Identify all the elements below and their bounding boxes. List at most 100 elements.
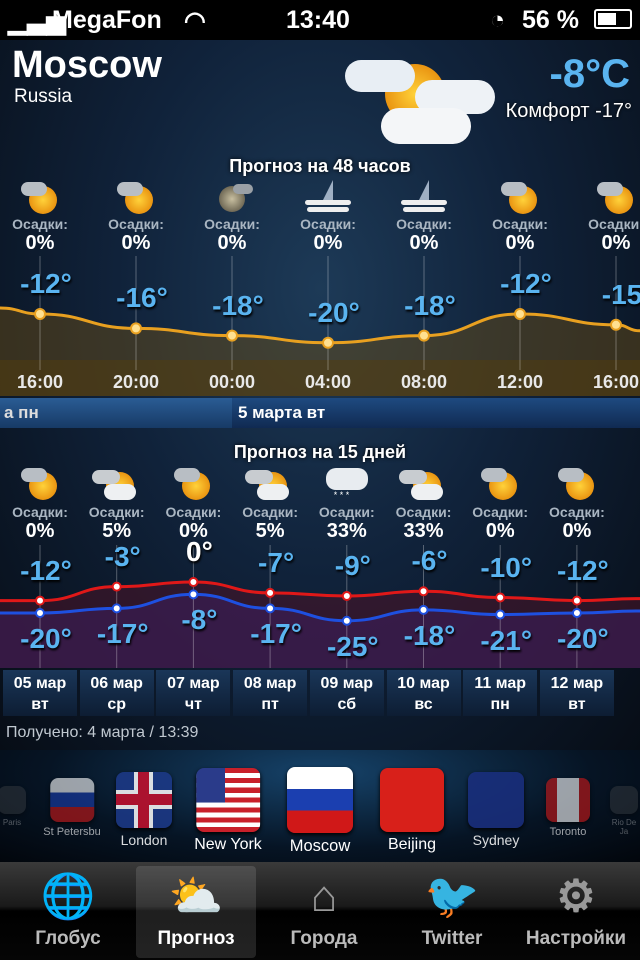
tab-forecast[interactable]: ⛅ Прогноз xyxy=(136,866,256,958)
daily-precip: Осадки: 0% xyxy=(537,504,617,543)
daily-high-temp: -6° xyxy=(411,545,448,577)
city-item[interactable]: New York xyxy=(194,768,262,854)
flag-icon xyxy=(0,786,26,814)
daily-low-temp: -20° xyxy=(557,623,609,654)
tab-label: Города xyxy=(290,928,358,949)
precip-value: 33% xyxy=(403,520,444,542)
daily-high-temp: -3° xyxy=(104,540,141,572)
flag-icon xyxy=(196,768,260,832)
precip-label: Осадки: xyxy=(88,504,145,520)
gears-icon: ⚙ xyxy=(556,872,596,921)
tab-twitter[interactable]: 🐦 Twitter xyxy=(392,866,512,958)
daily-low-point xyxy=(341,615,352,626)
precip-value: 0% xyxy=(25,520,55,542)
city-label: Beijing xyxy=(387,836,437,853)
daily-high-point xyxy=(111,581,122,592)
city-item[interactable]: Toronto xyxy=(546,778,590,838)
twitter-icon: 🐦 xyxy=(424,872,480,921)
city-label: London xyxy=(120,832,168,848)
day-weekday: пт xyxy=(261,696,279,713)
flag-icon xyxy=(468,772,524,828)
city-item[interactable]: Sydney xyxy=(468,772,524,848)
city-label: Paris xyxy=(2,818,22,827)
forecast-icon: ⛅ xyxy=(168,872,224,921)
flag-icon xyxy=(116,772,172,828)
daily-high-point xyxy=(188,577,199,587)
daily-low-temp: -18° xyxy=(403,619,456,651)
flag-icon xyxy=(380,768,444,832)
tab-gears[interactable]: ⚙ Настройки xyxy=(516,866,636,958)
day-cell[interactable]: 09 мар сб xyxy=(309,670,384,716)
day-cell[interactable]: 06 мар ср xyxy=(79,670,154,716)
city-item[interactable]: St Petersbu xyxy=(43,778,101,838)
day-cell[interactable]: 10 мар вс xyxy=(386,670,461,716)
sun-cloud-icon xyxy=(475,466,525,502)
city-item[interactable]: Paris xyxy=(0,786,26,827)
daily-high-temp: -12° xyxy=(20,554,72,586)
flag-icon xyxy=(49,778,94,822)
day-weekday: сб xyxy=(337,696,357,713)
partly-cloudy-icon xyxy=(398,466,449,502)
day-date: 07 мар xyxy=(167,675,220,692)
day-date: 08 мар xyxy=(243,675,297,692)
tab-globe[interactable]: 🌐 Глобус xyxy=(8,866,128,958)
city-label: St Petersbu xyxy=(43,826,101,838)
daily-low-temp: -20° xyxy=(20,623,72,654)
received-time: Получено: 4 марта / 13:39 xyxy=(6,724,199,741)
day-weekday: чт xyxy=(184,696,202,713)
day-weekday: вт xyxy=(31,696,49,713)
precip-value: 33% xyxy=(326,520,367,542)
day-cell[interactable]: 12 мар вт xyxy=(539,670,614,716)
flag-icon xyxy=(610,786,638,814)
day-date: 11 мар xyxy=(474,675,527,692)
precip-value: 0% xyxy=(562,520,592,542)
daily-high-point xyxy=(418,586,429,597)
city-item[interactable]: Moscow xyxy=(287,767,353,856)
city-carousel[interactable]: Paris St Petersbu London New York Moscow Beij… xyxy=(0,750,640,862)
daily-low-temp: -17° xyxy=(96,618,149,650)
daily-low-point xyxy=(265,603,276,614)
precip-label: Осадки: xyxy=(472,504,529,520)
day-cell[interactable]: 11 мар пн xyxy=(463,670,538,716)
tab-bar: 🌐 Глобус ⛅ Прогноз ⌂ Города 🐦 Twitter ⚙ Настройки xyxy=(0,862,640,960)
day-weekday: вс xyxy=(414,696,433,713)
flag-icon xyxy=(287,767,353,833)
day-date: 10 мар xyxy=(397,675,450,692)
daily-high-point xyxy=(571,595,582,606)
city-item[interactable]: London xyxy=(116,772,172,848)
daily-low-point xyxy=(111,603,122,614)
partly-cloudy-icon xyxy=(245,466,295,502)
daily-low-temp: -25° xyxy=(326,630,379,662)
sun-cloud-icon xyxy=(15,466,65,502)
day-weekday: вт xyxy=(568,696,586,713)
day-cell[interactable]: 05 мар вт xyxy=(3,670,77,716)
daily-precip: Осадки: 5% xyxy=(230,504,310,543)
day-date: 12 мар xyxy=(550,675,604,692)
city-label: Toronto xyxy=(549,826,587,838)
day-date: 06 мар xyxy=(90,675,143,692)
daily-precip: Осадки: 0% xyxy=(460,504,540,543)
daily-high-point xyxy=(341,590,352,601)
day-date: 05 мар xyxy=(13,675,67,692)
daily-high-point xyxy=(35,595,45,606)
city-search-icon: ⌂ xyxy=(310,872,338,921)
tab-label: Twitter xyxy=(421,928,483,949)
precip-label: Осадки: xyxy=(12,504,68,520)
sun-cloud-icon xyxy=(168,466,218,502)
daily-precip: Осадки: 33% xyxy=(307,504,387,543)
tab-city-search[interactable]: ⌂ Города xyxy=(264,866,384,958)
city-item[interactable]: Rio De Ja xyxy=(610,786,638,836)
day-cell[interactable]: 07 мар чт xyxy=(156,670,231,716)
precip-value: 0% xyxy=(485,520,515,542)
partly-cloudy-icon xyxy=(91,466,142,502)
daily-high-temp: -10° xyxy=(480,551,533,583)
daily-low-temp: -17° xyxy=(250,618,302,650)
daily-high-point xyxy=(495,592,506,603)
city-item[interactable]: Beijing xyxy=(380,768,444,854)
snow-icon: * * * xyxy=(322,466,372,502)
precip-label: Осадки: xyxy=(548,504,605,520)
daily-low-temp: -8° xyxy=(181,604,218,636)
daily-low-point xyxy=(418,604,429,615)
daily-precip: Осадки: 0% xyxy=(0,504,80,543)
day-cell[interactable]: 08 мар пт xyxy=(233,670,308,716)
